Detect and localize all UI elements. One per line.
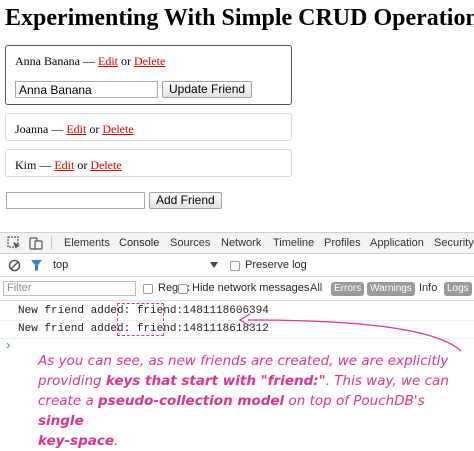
tab-sources[interactable]: Sources <box>170 237 210 249</box>
toolbar-divider <box>51 236 52 250</box>
preserve-log-checkbox[interactable] <box>230 261 240 271</box>
friend-name: Kim <box>15 158 37 172</box>
friend-card: Kim — Edit or Delete <box>5 149 292 177</box>
level-logs[interactable]: Logs <box>444 282 472 296</box>
annotation-text: providing <box>38 373 106 389</box>
inspect-icon[interactable] <box>7 236 21 250</box>
clear-icon[interactable] <box>8 259 21 272</box>
annotation-emphasis: single <box>38 413 84 429</box>
console-toolbar: top Preserve log <box>0 254 474 277</box>
update-friend-button[interactable]: Update Friend <box>162 81 253 98</box>
tab-application[interactable]: Application <box>370 237 424 249</box>
or-text: or <box>89 122 100 136</box>
friend-name: Joanna <box>15 122 49 136</box>
edit-link[interactable]: Edit <box>54 158 74 172</box>
tab-network[interactable]: Network <box>221 237 261 249</box>
hide-network-checkbox[interactable] <box>178 284 188 294</box>
delete-link[interactable]: Delete <box>102 122 133 136</box>
delete-link[interactable]: Delete <box>134 54 165 68</box>
tab-timeline[interactable]: Timeline <box>273 237 314 249</box>
friend-line: Anna Banana — Edit or Delete <box>15 54 165 69</box>
annotation-emphasis: pseudo-collection model <box>98 393 285 409</box>
hide-network-label: Hide network messages <box>192 282 310 294</box>
annotation-line: providing keys that start with "friend:"… <box>38 371 474 391</box>
level-all[interactable]: All <box>310 282 322 294</box>
friend-card: Anna Banana — Edit or Delete Update Frie… <box>5 45 292 105</box>
add-friend-input[interactable] <box>6 192 145 209</box>
friend-card: Joanna — Edit or Delete <box>5 113 292 141</box>
annotation-note: As you can see, as new friends are creat… <box>38 351 474 451</box>
friend-dash: — <box>82 54 95 68</box>
friend-prefix-highlight <box>117 303 164 336</box>
annotation-line: create a pseudo-collection model on top … <box>38 391 474 431</box>
device-icon[interactable] <box>29 236 43 250</box>
prompt-chevron-icon[interactable]: › <box>6 337 10 352</box>
annotation-emphasis: key-space <box>38 433 115 449</box>
delete-link[interactable]: Delete <box>90 158 121 172</box>
friend-line: Joanna — Edit or Delete <box>15 122 134 137</box>
friend-dash: — <box>51 122 64 136</box>
or-text: or <box>120 54 131 68</box>
dropdown-arrow-icon[interactable] <box>210 262 218 268</box>
tab-console[interactable]: Console <box>112 232 166 254</box>
friend-line: Kim — Edit or Delete <box>15 158 122 173</box>
tab-profiles[interactable]: Profiles <box>324 237 361 249</box>
annotation-text: create a <box>38 393 99 409</box>
tab-security[interactable]: Security <box>434 237 474 249</box>
preserve-log-label: Preserve log <box>245 259 307 271</box>
level-errors[interactable]: Errors <box>331 282 365 296</box>
annotation-text: on top of PouchDB's <box>284 393 425 409</box>
annotation-line: key-space. <box>38 431 474 451</box>
page-title: Experimenting With Simple CRUD Operation… <box>5 5 474 31</box>
devtools-tab-bar: Elements Console Sources Network Timelin… <box>0 232 474 254</box>
annotation-line: As you can see, as new friends are creat… <box>38 353 449 369</box>
level-warnings[interactable]: Warnings <box>367 282 415 296</box>
filter-icon[interactable] <box>30 259 43 272</box>
console-filter-input[interactable]: Filter <box>3 281 136 296</box>
add-friend-button[interactable]: Add Friend <box>149 192 222 209</box>
annotation-arrow-icon <box>238 313 462 352</box>
edit-link[interactable]: Edit <box>66 122 86 136</box>
regex-checkbox[interactable] <box>143 284 153 294</box>
friend-dash: — <box>39 158 52 172</box>
or-text: or <box>77 158 88 172</box>
context-select[interactable]: top <box>53 259 68 271</box>
console-filter-bar: Filter Regex Hide network messages All E… <box>0 277 474 301</box>
friend-name: Anna Banana <box>15 54 80 68</box>
tab-elements[interactable]: Elements <box>64 237 110 249</box>
edit-link[interactable]: Edit <box>98 54 118 68</box>
edit-friend-input[interactable] <box>15 81 158 98</box>
annotation-text: . <box>114 433 119 449</box>
level-info[interactable]: Info <box>419 282 437 294</box>
annotation-text: . This way, we can <box>325 373 449 389</box>
annotation-emphasis: keys that start with "friend:" <box>105 373 326 389</box>
